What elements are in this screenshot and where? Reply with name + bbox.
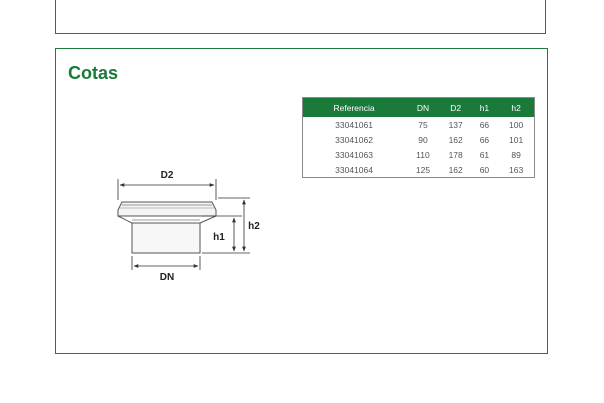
cell-referencia: 33041061 (335, 119, 373, 130)
part-outline (117, 201, 217, 254)
table-row: 33041062 90 162 66 101 (303, 132, 535, 147)
section-title: Cotas (68, 63, 119, 83)
cell-h2: 163 (509, 164, 524, 175)
cell-d2: 162 (448, 134, 463, 145)
cell-h1: 60 (479, 164, 490, 175)
header-h1: h1 (470, 97, 499, 117)
dimensions-table: Referencia DN D2 h1 h2 33041061 75 137 6… (302, 97, 535, 178)
technical-drawing: D2 DN h1 h2 (117, 170, 260, 283)
cell-h1: 66 (479, 119, 490, 130)
cell-dn: 90 (418, 134, 428, 145)
label-h2: h2 (248, 221, 260, 232)
table-row: 33041061 75 137 66 100 (303, 117, 535, 132)
header-referencia: Referencia (302, 97, 406, 117)
cell-referencia: 33041064 (335, 164, 373, 175)
label-h1: h1 (213, 232, 225, 243)
header-dn: DN (405, 97, 441, 117)
cell-d2: 178 (448, 149, 463, 160)
cell-d2: 137 (448, 119, 463, 130)
cell-h2: 89 (511, 149, 521, 160)
cell-h1: 61 (479, 149, 490, 160)
top-panel (55, 0, 546, 34)
cell-dn: 110 (416, 149, 430, 160)
label-dn: DN (160, 272, 174, 283)
label-d2: D2 (161, 170, 174, 181)
table-row: 33041063 110 178 61 89 (303, 147, 535, 162)
cell-dn: 125 (415, 164, 431, 175)
cell-dn: 75 (418, 119, 428, 130)
header-h2: h2 (498, 97, 535, 117)
cell-d2: 162 (448, 164, 463, 175)
cell-h1: 66 (479, 134, 490, 145)
cell-referencia: 33041063 (335, 149, 373, 160)
cell-h2: 101 (509, 134, 524, 145)
cell-h2: 100 (509, 119, 524, 130)
header-d2: D2 (440, 97, 471, 117)
table-header-row: Referencia DN D2 h1 h2 (302, 97, 535, 117)
cell-referencia: 33041062 (335, 134, 373, 145)
table-row: 33041064 125 162 60 163 (303, 162, 535, 178)
